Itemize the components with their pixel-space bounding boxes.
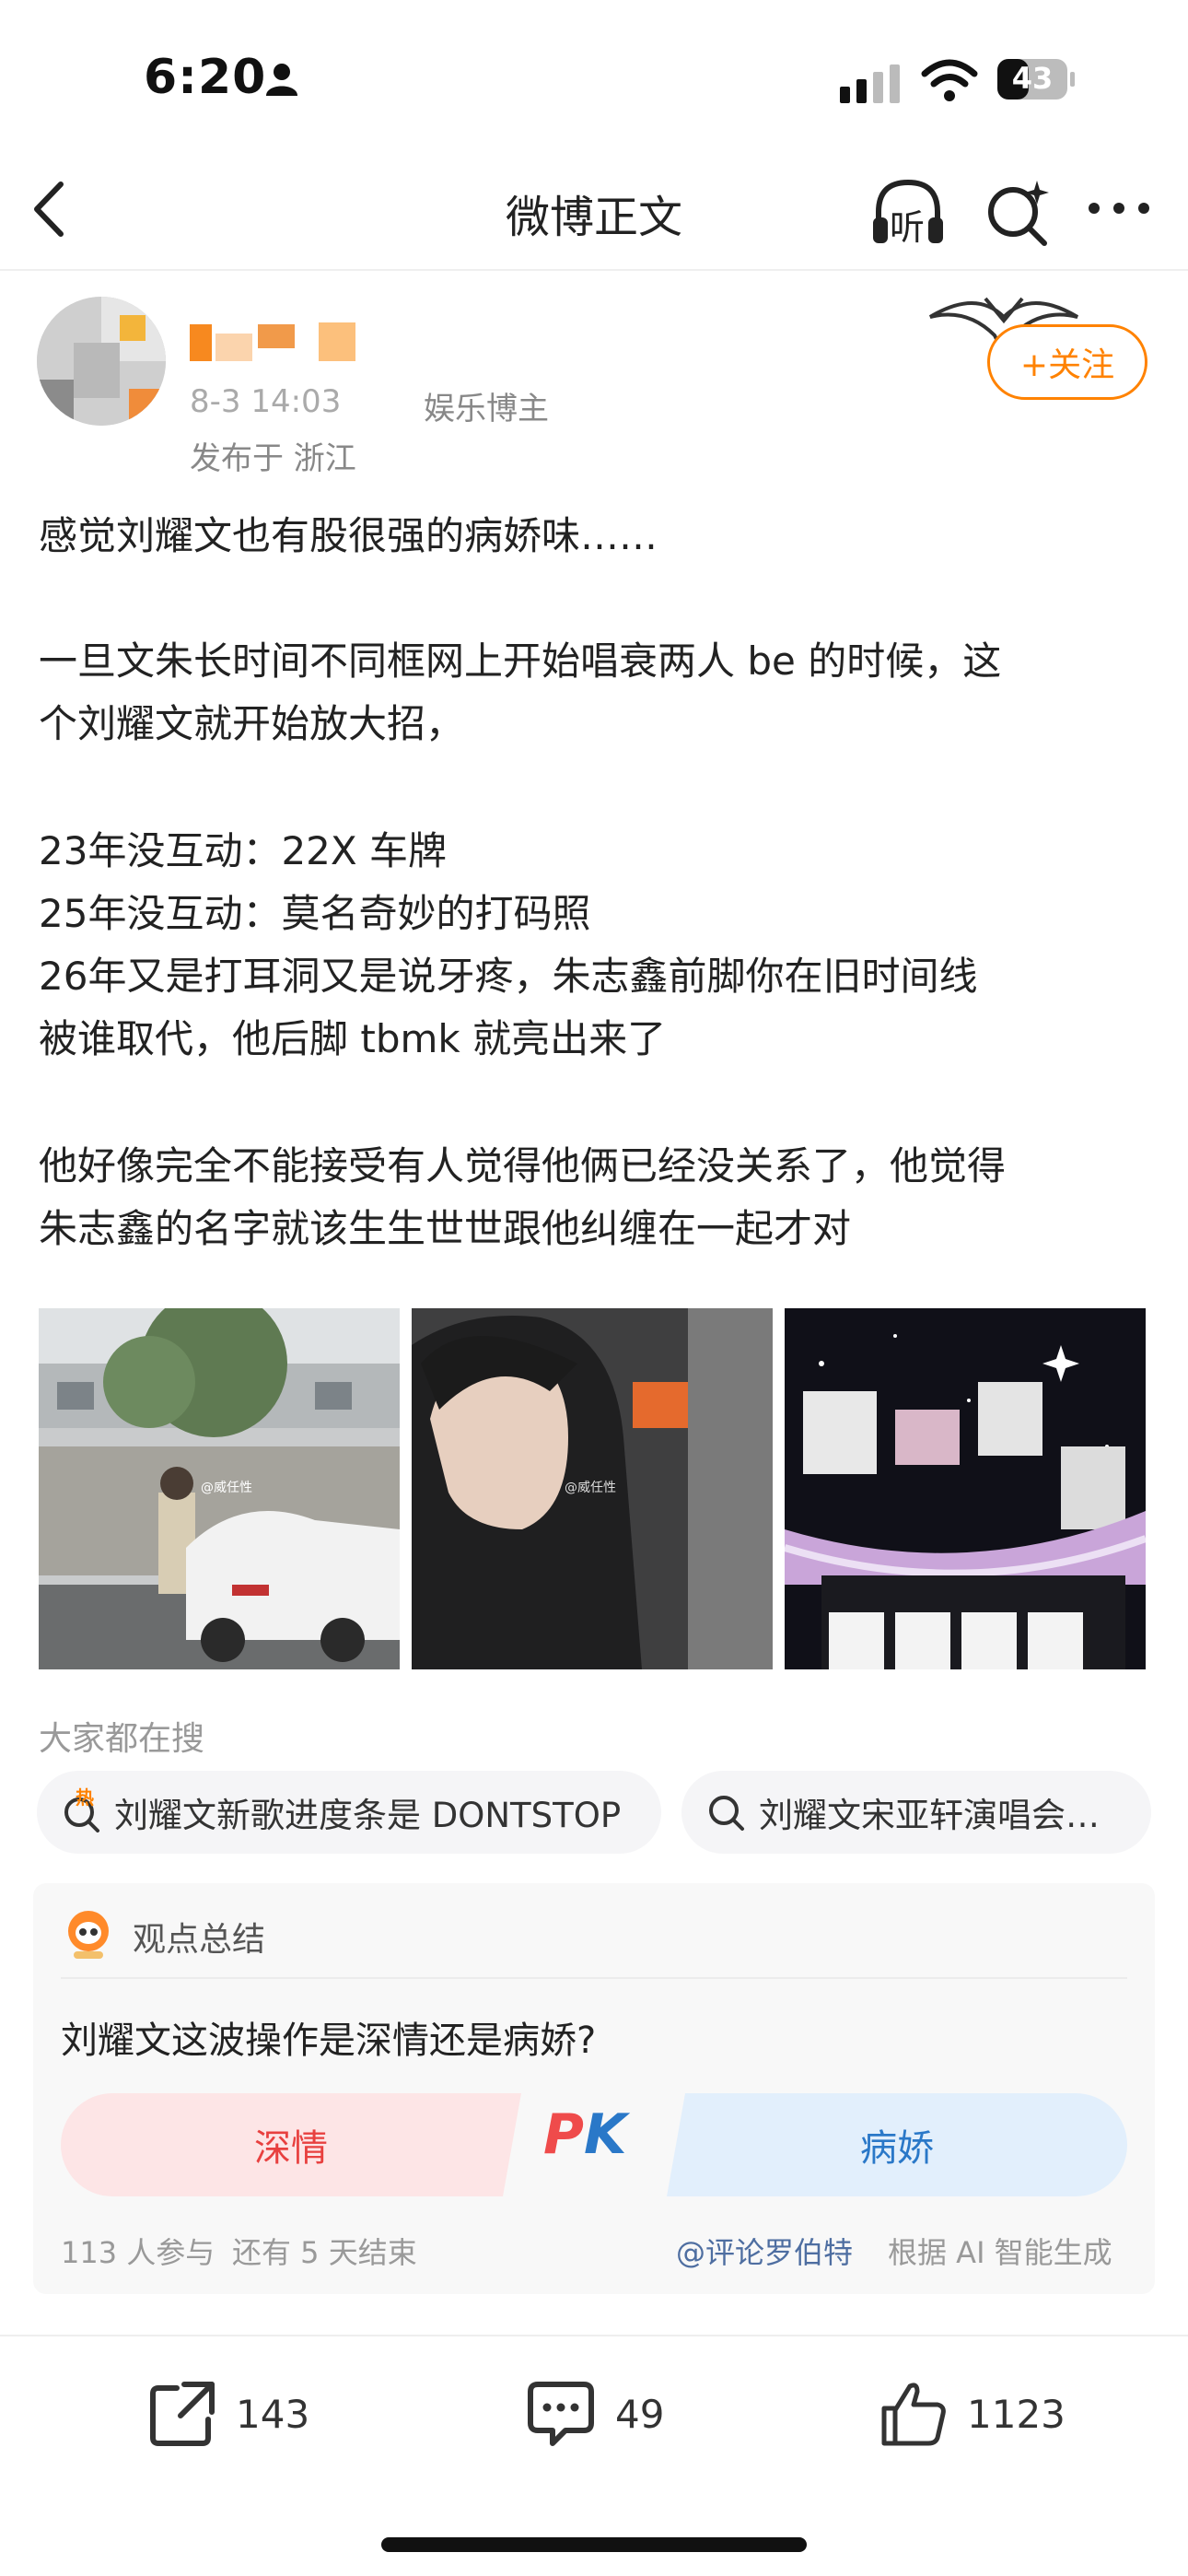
poll-ends: 还有 5 天结束 [232, 2235, 417, 2270]
share-button[interactable]: 143 [147, 2370, 309, 2458]
post-time: 8-3 14:03 [190, 383, 342, 420]
poll-generated-note: 根据 AI 智能生成 [888, 2235, 1112, 2270]
poll-divider [61, 1977, 1127, 1979]
post-image-portrait[interactable]: @威任性 [412, 1308, 773, 1669]
listen-label: 听 [890, 207, 926, 248]
post-text-line: 他好像完全不能接受有人觉得他俩已经没关系了，他觉得 [39, 1143, 1007, 1188]
post-text-line: 感觉刘耀文也有股很强的病娇味…… [39, 513, 658, 558]
more-dots-icon [1089, 203, 1149, 214]
post-text-line: 26年又是打耳洞又是说牙疼，朱志鑫前脚你在旧时间线 [39, 954, 978, 999]
follow-label: +关注 [1019, 346, 1115, 384]
home-indicator[interactable] [381, 2537, 807, 2552]
comment-button[interactable]: 49 [525, 2370, 664, 2458]
trending-search-label: 刘耀文新歌进度条是 DONTSTOP [114, 1796, 622, 1835]
trending-search-chip[interactable]: 热 刘耀文新歌进度条是 DONTSTOP [37, 1771, 661, 1854]
comment-count: 49 [615, 2391, 665, 2437]
post-location: 发布于 浙江 [190, 440, 356, 477]
image-watermark: @威任性 [201, 1481, 252, 1495]
poll-option-right-label: 病娇 [860, 2127, 934, 2170]
post-text-line: 一旦文朱长时间不同框网上开始唱衰两人 be 的时候，这 [39, 638, 1002, 684]
comment-icon [528, 2382, 594, 2446]
pk-label: PK [543, 2102, 627, 2167]
like-count: 1123 [967, 2391, 1066, 2437]
listen-button[interactable]: 听 [869, 175, 947, 249]
bottom-divider [0, 2335, 1188, 2336]
thumbs-up-icon [881, 2383, 946, 2446]
trending-search-label: 刘耀文宋亚轩演唱会… [759, 1796, 1100, 1835]
share-count: 143 [236, 2391, 310, 2437]
follow-button[interactable]: +关注 [987, 324, 1147, 400]
like-button[interactable]: 1123 [879, 2370, 1066, 2458]
poll-option-right[interactable]: 病娇 [667, 2093, 1127, 2196]
battery-level: 43 [1011, 61, 1054, 96]
poll-source-link[interactable]: @评论罗伯特 [676, 2230, 853, 2272]
wifi-icon [921, 57, 978, 107]
robot-mascot-icon [61, 1905, 116, 1964]
poll-title: 观点总结 [133, 1921, 266, 1959]
cellular-signal-icon [840, 63, 903, 107]
ai-search-button[interactable] [982, 175, 1055, 252]
hot-badge: 热 [76, 1786, 94, 1809]
trending-search-heading: 大家都在搜 [39, 1720, 205, 1758]
author-name-obscured[interactable] [190, 322, 361, 363]
person-icon [263, 61, 300, 101]
search-sparkle-icon [988, 181, 1049, 246]
post-text-line: 23年没互动：22X 车牌 [39, 828, 448, 873]
post-text-line: 朱志鑫的名字就该生生世世跟他纠缠在一起才对 [39, 1206, 852, 1251]
trending-search-chip[interactable]: 刘耀文宋亚轩演唱会… [681, 1771, 1151, 1854]
status-time: 6:20 [144, 50, 267, 105]
post-text-line: 25年没互动：莫名奇妙的打码照 [39, 891, 591, 936]
poll-option-left-label: 深情 [254, 2127, 328, 2170]
post-image-street[interactable]: @威任性 [39, 1308, 400, 1669]
poll-option-left[interactable]: 深情 [61, 2093, 521, 2196]
post-text-line: 被谁取代，他后脚 tbmk 就亮出来了 [39, 1016, 667, 1061]
author-avatar[interactable] [37, 297, 166, 426]
nav-divider [0, 269, 1188, 271]
post-image-stage[interactable] [785, 1308, 1146, 1669]
poll-question: 刘耀文这波操作是深情还是病娇? [61, 2020, 597, 2062]
hot-search-icon: 热 [61, 1786, 101, 1832]
more-button[interactable] [1087, 190, 1151, 230]
author-role: 娱乐博主 [424, 391, 549, 427]
post-text-line: 个刘耀文就开始放大招， [39, 701, 465, 746]
poll-participants: 113 人参与 [61, 2235, 215, 2270]
image-watermark: @威任性 [565, 1481, 616, 1495]
share-icon [150, 2382, 215, 2446]
search-icon [705, 1792, 746, 1832]
battery-icon: 43 [996, 57, 1076, 101]
